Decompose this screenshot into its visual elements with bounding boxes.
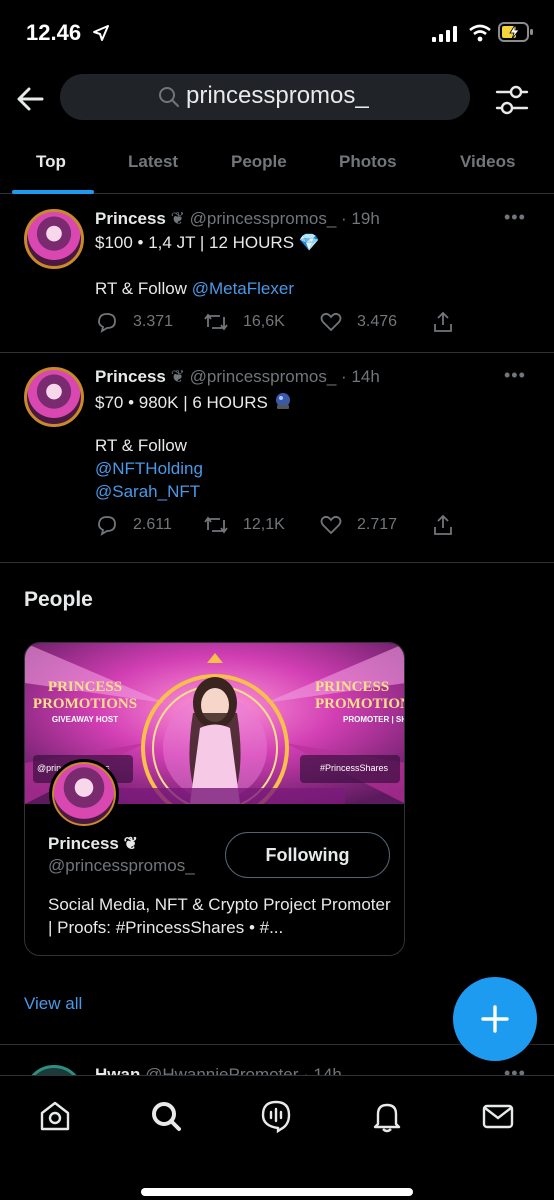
plus-icon (481, 1005, 509, 1033)
home-indicator (141, 1188, 413, 1196)
status-bar: 12.46 (0, 0, 554, 66)
tweet-text-line: RT & Follow (95, 436, 187, 455)
wifi-icon (469, 24, 491, 42)
share-icon[interactable] (431, 310, 455, 334)
tweet[interactable]: Princess ❦ @princesspromos_ · 19h ••• $1… (0, 195, 554, 353)
active-tab-indicator (12, 190, 94, 194)
author-badge: ❦ (123, 834, 138, 853)
author-badge: ❦ (170, 367, 185, 386)
spaces-icon[interactable] (258, 1098, 294, 1134)
retweet-icon (204, 516, 228, 534)
search-filter-icon[interactable] (494, 82, 530, 118)
search-tabs: Top Latest People Photos Videos (0, 138, 554, 194)
avatar[interactable] (24, 367, 84, 427)
cellular-signal-icon (432, 26, 457, 42)
crystal-ball-emoji (275, 393, 290, 409)
user-card[interactable]: PRINCESS PROMOTIONS GIVEAWAY HOST @princ… (24, 642, 405, 956)
tab-photos[interactable]: Photos (339, 152, 397, 172)
author-badge: ❦ (170, 209, 185, 228)
compose-tweet-button[interactable] (453, 977, 537, 1061)
heart-icon (320, 312, 342, 332)
like-button[interactable]: 2.717 (319, 513, 397, 537)
more-options-icon[interactable]: ••• (504, 207, 526, 228)
status-time: 12.46 (26, 20, 82, 45)
like-count: 3.476 (357, 313, 398, 330)
search-icon (159, 87, 179, 107)
retweet-button[interactable]: 16,6K (203, 310, 285, 334)
search-input[interactable]: princesspromos_ (60, 74, 470, 120)
mention-link[interactable]: @MetaFlexer (192, 279, 294, 298)
tab-videos[interactable]: Videos (460, 152, 515, 172)
heart-icon (320, 515, 342, 535)
mention-link[interactable]: @NFTHolding (95, 459, 203, 479)
people-section-title: People (24, 588, 93, 611)
banner-right-subtitle: PROMOTER | SHIL (343, 715, 404, 724)
retweet-count: 16,6K (243, 313, 285, 330)
tweet-header: Princess ❦ @princesspromos_ · 14h (95, 367, 380, 387)
retweet-count: 12,1K (243, 516, 285, 533)
home-icon[interactable] (37, 1098, 73, 1134)
more-options-icon[interactable]: ••• (504, 365, 526, 386)
banner-left-title: PRINCESS PROMOTIONS (32, 679, 138, 712)
tweet[interactable]: Princess ❦ @princesspromos_ · 14h ••• $7… (0, 353, 554, 563)
tab-top[interactable]: Top (36, 152, 66, 172)
search-icon[interactable] (148, 1098, 184, 1134)
location-arrow-icon (93, 25, 109, 41)
banner-right-hashtag: #PrincessShares (320, 763, 389, 773)
reply-icon (98, 313, 116, 333)
card-user-name[interactable]: Princess ❦ (48, 834, 138, 854)
tweet-header: Princess ❦ @princesspromos_ · 19h (95, 209, 380, 229)
tweet-text-line: $100 • 1,4 JT | 12 HOURS 💎 (95, 233, 320, 252)
mention-link[interactable]: @Sarah_NFT (95, 482, 200, 502)
reply-count: 2.611 (133, 516, 172, 533)
search-header: princesspromos_ (0, 66, 554, 136)
reply-count: 3.371 (133, 313, 174, 330)
tab-people[interactable]: People (231, 152, 287, 172)
card-user-bio: Social Media, NFT & Crypto Project Promo… (48, 895, 391, 937)
view-all-link[interactable]: View all (24, 994, 82, 1014)
reply-button[interactable]: 3.371 (95, 310, 173, 334)
retweet-button[interactable]: 12,1K (203, 513, 285, 537)
battery-charging-icon (498, 22, 533, 42)
like-count: 2.717 (357, 516, 398, 533)
banner-left-subtitle: GIVEAWAY HOST (51, 715, 119, 724)
tweet-author-name[interactable]: Princess (95, 367, 166, 386)
tweet-header: Hwan @HwanniePromoter · 14h (95, 1065, 342, 1075)
reply-button[interactable]: 2.611 (95, 513, 172, 537)
tab-latest[interactable]: Latest (128, 152, 178, 172)
card-avatar[interactable] (49, 759, 119, 829)
banner-right-title: PRINCESS PROMOTIONS (315, 679, 404, 712)
gem-emoji: 💎 (298, 233, 320, 252)
like-button[interactable]: 3.476 (319, 310, 397, 334)
card-user-handle: @princesspromos_ (48, 856, 195, 875)
tweet-author-handle: @princesspromos_ · 14h (189, 367, 380, 386)
tweet-author-handle: @princesspromos_ · 19h (189, 209, 380, 228)
avatar[interactable] (24, 1065, 84, 1075)
messages-envelope-icon[interactable] (480, 1098, 516, 1134)
tweet-text-line: RT & Follow @MetaFlexer (95, 279, 294, 298)
tweet-author-name[interactable]: Princess (95, 209, 166, 228)
share-icon[interactable] (431, 513, 455, 537)
avatar[interactable] (24, 209, 84, 269)
back-arrow-icon[interactable] (14, 82, 48, 116)
reply-icon (98, 516, 116, 536)
tweet-author-name[interactable]: Hwan (95, 1065, 140, 1075)
more-options-icon[interactable]: ••• (504, 1063, 526, 1075)
notifications-bell-icon[interactable] (369, 1098, 405, 1134)
bottom-navigation (0, 1075, 554, 1200)
following-button[interactable]: Following (225, 832, 390, 878)
tweet-author-handle: @HwanniePromoter · 14h (145, 1065, 342, 1075)
tweet-text-line: $70 • 980K | 6 HOURS (95, 391, 293, 413)
search-query: princesspromos_ (186, 82, 369, 109)
retweet-icon (204, 313, 228, 331)
